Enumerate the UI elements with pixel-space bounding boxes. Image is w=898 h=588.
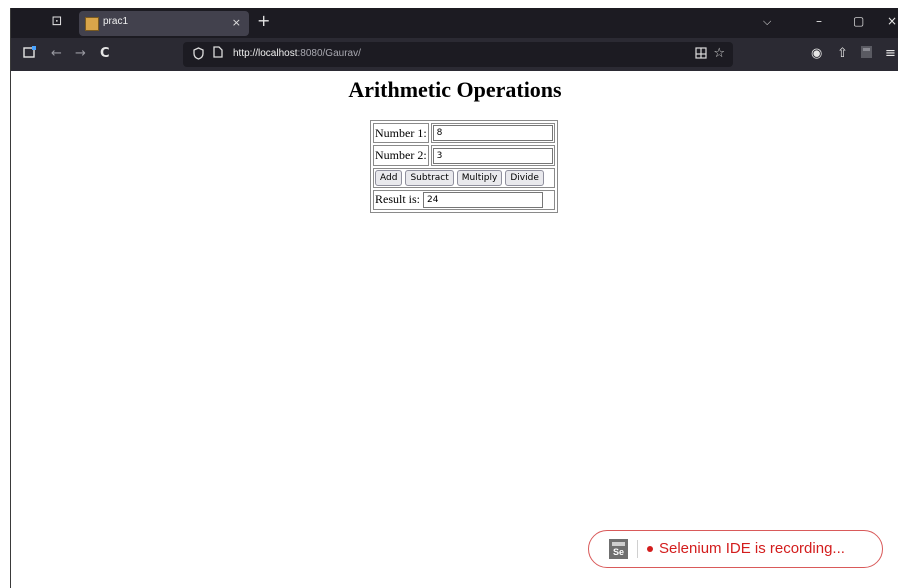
divide-button[interactable]: Divide: [505, 169, 544, 186]
badge-divider: [637, 540, 638, 558]
forward-icon[interactable]: →: [75, 46, 86, 62]
number1-cell: 8: [430, 123, 555, 144]
page-favicon-icon: [85, 17, 99, 31]
result-row: Result is: 24: [373, 189, 555, 210]
account-icon[interactable]: ◉: [811, 46, 822, 62]
recording-dot-icon: [647, 546, 653, 552]
back-icon[interactable]: ←: [51, 46, 62, 62]
page-title: Arithmetic Operations: [348, 77, 562, 102]
browser-window: ⊡ prac1 × + ⌵ – ▢ × ← → C http://localho…: [10, 8, 898, 588]
selenium-logo-icon: Se: [609, 539, 628, 559]
tab-prac1[interactable]: prac1 ×: [79, 11, 249, 36]
recording-status-text: Selenium IDE is recording...: [659, 540, 845, 557]
reader-view-icon[interactable]: [695, 47, 707, 62]
number1-input[interactable]: 8: [432, 125, 553, 142]
number2-label: Number 2:: [373, 145, 429, 166]
extensions-icon[interactable]: ⇧: [837, 46, 848, 62]
result-cell: Result is: 24: [373, 189, 555, 210]
list-all-tabs-icon[interactable]: ⊡: [49, 14, 65, 30]
number1-label: Number 1:: [373, 123, 429, 144]
tab-bar: ⊡ prac1 × + ⌵ – ▢ ×: [11, 8, 898, 38]
selenium-extension-icon[interactable]: [861, 46, 872, 63]
number2-input[interactable]: 3: [432, 147, 553, 164]
minimize-icon[interactable]: –: [816, 14, 822, 28]
number1-row: Number 1: 8: [373, 123, 555, 144]
tab-close-icon[interactable]: ×: [232, 16, 241, 29]
url-text[interactable]: http://localhost:8080/Gaurav/: [233, 48, 361, 59]
result-field[interactable]: 24: [423, 192, 544, 208]
reload-icon[interactable]: C: [100, 46, 110, 62]
subtract-button[interactable]: Subtract: [405, 169, 454, 186]
url-path: :8080/Gaurav/: [297, 48, 361, 59]
page-content: Arithmetic Operations Number 1: 8 Number…: [11, 71, 898, 588]
calculator-form: Number 1: 8 Number 2: 3 Add Subtract Multi…: [370, 120, 558, 213]
page-info-icon[interactable]: [213, 46, 223, 61]
result-label: Result is:: [375, 191, 421, 206]
buttons-cell: Add Subtract Multiply Divide: [373, 167, 555, 188]
navigation-bar: ← → C http://localhost:8080/Gaurav/ ☆ ◉ …: [11, 38, 898, 71]
tracking-protection-icon[interactable]: [193, 47, 204, 63]
multiply-button[interactable]: Multiply: [456, 169, 503, 186]
tab-list-chevron-icon[interactable]: ⌵: [763, 15, 771, 29]
number2-row: Number 2: 3: [373, 145, 555, 166]
buttons-row: Add Subtract Multiply Divide: [373, 167, 555, 188]
address-bar[interactable]: http://localhost:8080/Gaurav/ ☆: [183, 42, 733, 67]
close-window-icon[interactable]: ×: [887, 14, 897, 28]
sidebar-toggle-icon[interactable]: [23, 46, 36, 64]
selenium-recording-badge[interactable]: Se Selenium IDE is recording...: [588, 530, 883, 568]
add-button[interactable]: Add: [375, 169, 403, 186]
maximize-icon[interactable]: ▢: [853, 14, 864, 28]
url-host: http://localhost: [233, 48, 298, 59]
app-menu-icon[interactable]: ≡: [885, 46, 896, 62]
new-tab-button[interactable]: +: [257, 11, 270, 30]
number2-cell: 3: [430, 145, 555, 166]
tab-title: prac1: [103, 16, 129, 27]
bookmark-star-icon[interactable]: ☆: [713, 46, 725, 61]
